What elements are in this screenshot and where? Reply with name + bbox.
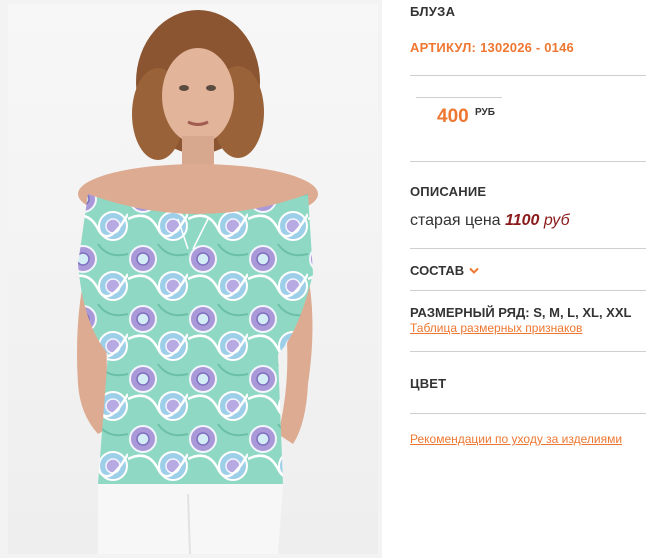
care-recommendations-link[interactable]: Рекомендации по уходу за изделиями <box>410 432 622 446</box>
old-price-value: 1100 <box>505 212 540 229</box>
size-range: РАЗМЕРНЫЙ РЯД: S, M, L, XL, XXL <box>410 305 631 320</box>
chevron-down-icon <box>469 267 479 274</box>
divider <box>410 75 646 76</box>
price-divider <box>416 97 502 98</box>
size-range-label: РАЗМЕРНЫЙ РЯД: <box>410 305 530 320</box>
product-info-panel: БЛУЗА АРТИКУЛ: 1302026 - 0146 400 РУБ ОПИ… <box>410 0 646 558</box>
price-value: 400 <box>437 106 469 127</box>
product-title: БЛУЗА <box>410 4 456 19</box>
old-price-unit: руб <box>543 212 570 229</box>
divider <box>410 351 646 352</box>
composition-heading: СОСТАВ <box>410 263 465 278</box>
divider <box>410 290 646 291</box>
color-heading: ЦВЕТ <box>410 376 447 391</box>
old-price: старая цена 1100 руб <box>410 212 570 230</box>
product-photo-frame <box>0 0 382 558</box>
price-currency: РУБ <box>475 107 495 118</box>
composition-toggle[interactable]: СОСТАВ <box>410 263 479 278</box>
divider <box>410 248 646 249</box>
old-price-label: старая цена <box>410 212 501 229</box>
size-range-values: S, M, L, XL, XXL <box>533 305 632 320</box>
model-illustration <box>77 10 318 554</box>
description-heading: ОПИСАНИЕ <box>410 184 487 199</box>
article-number: АРТИКУЛ: 1302026 - 0146 <box>410 40 574 55</box>
divider <box>410 413 646 414</box>
product-photo[interactable] <box>8 4 378 554</box>
size-chart-link[interactable]: Таблица размерных признаков <box>410 321 582 335</box>
article-value: 1302026 - 0146 <box>480 40 574 55</box>
divider <box>410 161 646 162</box>
article-label: АРТИКУЛ: <box>410 40 477 55</box>
